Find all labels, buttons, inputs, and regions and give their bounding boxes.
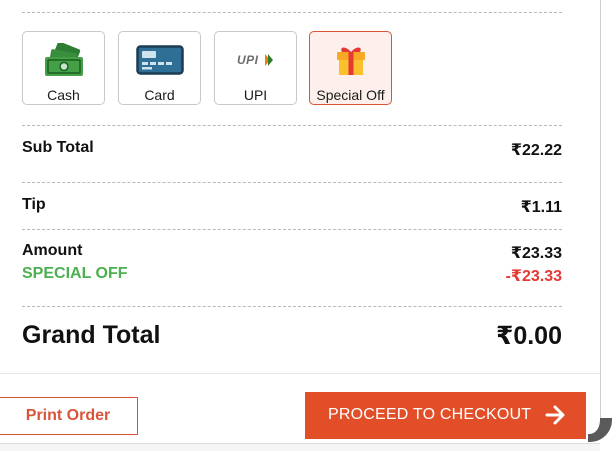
amount-label: Amount: [22, 242, 83, 259]
card-icon: [119, 43, 200, 77]
footer-divider: [0, 373, 600, 374]
payment-method-special-off[interactable]: Special Off: [309, 31, 392, 105]
payment-method-label: Card: [144, 87, 175, 103]
cash-icon: [23, 43, 104, 77]
special-off-label: SPECIAL OFF: [22, 265, 128, 282]
payment-method-cash[interactable]: Cash: [22, 31, 105, 105]
checkout-button-label: PROCEED TO CHECKOUT: [328, 406, 532, 423]
tip-value: ₹1.11: [520, 199, 562, 216]
print-order-button[interactable]: Print Order: [0, 397, 138, 435]
divider: [22, 125, 562, 126]
payment-method-label: Cash: [47, 87, 80, 103]
arrow-right-icon: [545, 404, 565, 426]
divider: [22, 182, 562, 183]
divider: [22, 229, 562, 230]
proceed-to-checkout-button[interactable]: PROCEED TO CHECKOUT: [305, 392, 586, 439]
panel-right-border: [600, 0, 601, 430]
divider: [22, 306, 562, 307]
sub-total-value: ₹22.22: [510, 142, 562, 159]
sub-total-label: Sub Total: [22, 139, 94, 156]
payment-method-label: UPI: [243, 87, 268, 103]
panel-corner: [588, 418, 612, 442]
payment-method-upi[interactable]: UPI UPI: [214, 31, 297, 105]
special-off-value: -₹23.33: [505, 268, 563, 285]
grand-total-value: ₹0.00: [495, 322, 562, 350]
divider: [22, 12, 562, 13]
gift-icon: [310, 43, 391, 77]
upi-logo-text: UPI: [237, 53, 259, 67]
upi-icon: UPI: [215, 43, 296, 77]
amount-value: ₹23.33: [510, 245, 562, 262]
payment-method-label: Special Off: [316, 87, 385, 103]
grand-total-label: Grand Total: [22, 321, 161, 349]
payment-method-card[interactable]: Card: [118, 31, 201, 105]
tip-label: Tip: [22, 196, 46, 213]
